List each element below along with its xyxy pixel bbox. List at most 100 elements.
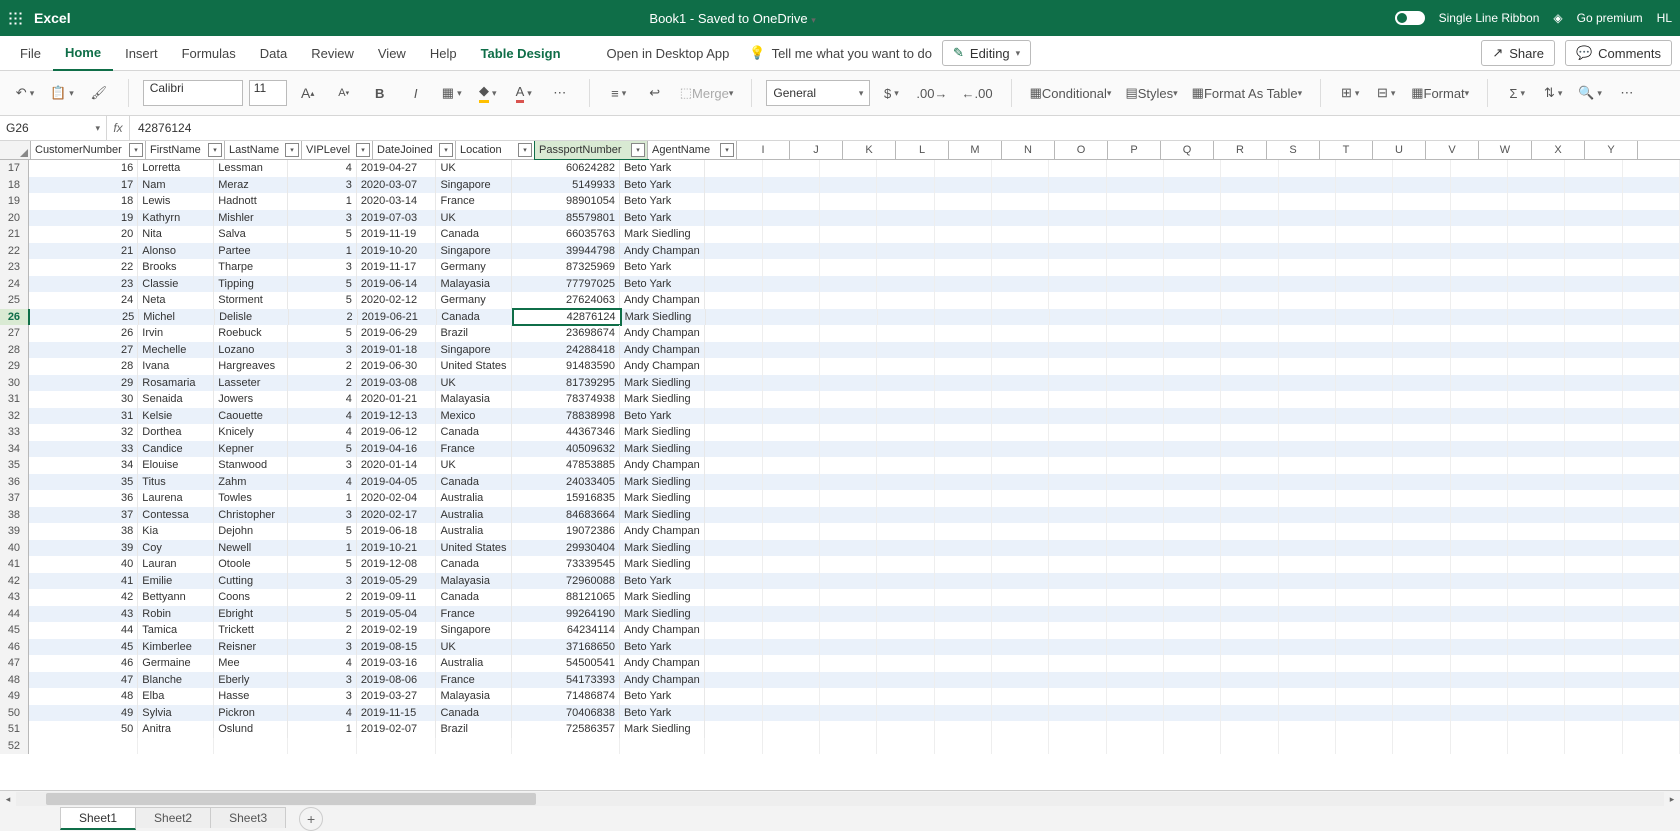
cell-empty[interactable] bbox=[1221, 688, 1278, 705]
cell-empty[interactable] bbox=[1508, 672, 1565, 689]
table-row[interactable]: 4140LauranOtoole52019-12-08Canada7333954… bbox=[0, 556, 1680, 573]
cell-empty[interactable] bbox=[1049, 226, 1106, 243]
cell-empty[interactable] bbox=[877, 177, 934, 194]
cell[interactable]: Pickron bbox=[214, 705, 288, 722]
cell-empty[interactable] bbox=[1107, 507, 1164, 524]
cell[interactable]: Michel bbox=[139, 309, 215, 326]
cell-empty[interactable] bbox=[1164, 705, 1221, 722]
cell-empty[interactable] bbox=[705, 160, 762, 177]
cell-empty[interactable] bbox=[992, 309, 1049, 326]
cell-empty[interactable] bbox=[992, 622, 1049, 639]
row-header[interactable]: 50 bbox=[0, 705, 29, 722]
cell-empty[interactable] bbox=[1451, 358, 1508, 375]
cell-empty[interactable] bbox=[935, 292, 992, 309]
row-header[interactable]: 17 bbox=[0, 160, 29, 177]
cell-empty[interactable] bbox=[992, 391, 1049, 408]
table-row[interactable]: 3534ElouiseStanwood32020-01-14UK47853885… bbox=[0, 457, 1680, 474]
cell-empty[interactable] bbox=[820, 243, 877, 260]
cell[interactable]: Nam bbox=[138, 177, 214, 194]
cell-empty[interactable] bbox=[820, 556, 877, 573]
cell-empty[interactable] bbox=[877, 639, 934, 656]
cell-empty[interactable] bbox=[1336, 160, 1393, 177]
cell-empty[interactable] bbox=[1451, 177, 1508, 194]
add-sheet-button[interactable]: + bbox=[299, 807, 323, 831]
cell-empty[interactable] bbox=[1107, 639, 1164, 656]
cell[interactable]: Malayasia bbox=[436, 688, 512, 705]
cell-empty[interactable] bbox=[1049, 193, 1106, 210]
cell[interactable]: 2 bbox=[288, 358, 357, 375]
cell-empty[interactable] bbox=[1565, 523, 1622, 540]
cell-empty[interactable] bbox=[1336, 391, 1393, 408]
cell-empty[interactable] bbox=[1623, 705, 1680, 722]
cell-empty[interactable] bbox=[1451, 309, 1508, 326]
cell[interactable]: 77797025 bbox=[512, 276, 620, 293]
cell-empty[interactable] bbox=[1393, 325, 1450, 342]
cell[interactable]: Emilie bbox=[138, 573, 214, 590]
cell[interactable]: Nita bbox=[138, 226, 214, 243]
cell-empty[interactable] bbox=[1221, 193, 1278, 210]
column-header-datejoined[interactable]: DateJoined▾ bbox=[373, 141, 456, 159]
cell[interactable]: 28 bbox=[29, 358, 138, 375]
cell-empty[interactable] bbox=[1221, 738, 1278, 755]
column-header-I[interactable]: I bbox=[737, 141, 790, 159]
cell-empty[interactable] bbox=[1107, 441, 1164, 458]
cell-empty[interactable] bbox=[1393, 375, 1450, 392]
cell-empty[interactable] bbox=[1279, 358, 1336, 375]
cell[interactable]: France bbox=[436, 672, 512, 689]
cell-empty[interactable] bbox=[1221, 556, 1278, 573]
sheet-tab-1[interactable]: Sheet1 bbox=[60, 807, 136, 830]
cell-empty[interactable] bbox=[1623, 688, 1680, 705]
row-header[interactable]: 33 bbox=[0, 424, 29, 441]
cell[interactable]: Lewis bbox=[138, 193, 214, 210]
column-header-V[interactable]: V bbox=[1426, 141, 1479, 159]
row-header[interactable]: 43 bbox=[0, 589, 29, 606]
cell-empty[interactable] bbox=[820, 523, 877, 540]
cell[interactable]: Andy Champan bbox=[620, 655, 705, 672]
cell-empty[interactable] bbox=[820, 325, 877, 342]
cell-empty[interactable] bbox=[705, 540, 762, 557]
cell[interactable]: Tharpe bbox=[214, 259, 288, 276]
cell-empty[interactable] bbox=[1565, 672, 1622, 689]
cell[interactable]: 70406838 bbox=[512, 705, 620, 722]
cell[interactable]: 2019-03-08 bbox=[357, 375, 437, 392]
cell-empty[interactable] bbox=[705, 672, 762, 689]
cell-empty[interactable] bbox=[705, 688, 762, 705]
cell-empty[interactable] bbox=[992, 193, 1049, 210]
cell[interactable]: 1 bbox=[288, 243, 357, 260]
cell[interactable]: 2020-03-07 bbox=[357, 177, 437, 194]
cell-empty[interactable] bbox=[705, 342, 762, 359]
row-header[interactable]: 37 bbox=[0, 490, 29, 507]
cell-empty[interactable] bbox=[1623, 523, 1680, 540]
cell-empty[interactable] bbox=[1164, 457, 1221, 474]
cell[interactable]: 2019-11-15 bbox=[357, 705, 437, 722]
cell-empty[interactable] bbox=[1394, 309, 1451, 326]
cell-empty[interactable] bbox=[1451, 457, 1508, 474]
cell-empty[interactable] bbox=[1049, 738, 1106, 755]
cell-empty[interactable] bbox=[1164, 721, 1221, 738]
cell[interactable]: Tamica bbox=[138, 622, 214, 639]
cell-empty[interactable] bbox=[1565, 556, 1622, 573]
cell[interactable]: 4 bbox=[288, 474, 357, 491]
cell-empty[interactable] bbox=[1221, 705, 1278, 722]
cell-empty[interactable] bbox=[877, 523, 934, 540]
cell[interactable]: 49 bbox=[29, 705, 138, 722]
cell[interactable]: Bettyann bbox=[138, 589, 214, 606]
cell-empty[interactable] bbox=[763, 705, 820, 722]
cell-empty[interactable] bbox=[1508, 738, 1565, 755]
cell[interactable]: 5 bbox=[288, 276, 357, 293]
cell-empty[interactable] bbox=[1049, 177, 1106, 194]
cell[interactable]: 3 bbox=[288, 210, 357, 227]
cell-empty[interactable] bbox=[1279, 540, 1336, 557]
cell-empty[interactable] bbox=[1222, 309, 1279, 326]
cell-empty[interactable] bbox=[1221, 424, 1278, 441]
cell-empty[interactable] bbox=[1049, 556, 1106, 573]
cell[interactable]: UK bbox=[436, 210, 512, 227]
cell-empty[interactable] bbox=[1451, 622, 1508, 639]
cell[interactable]: 44367346 bbox=[512, 424, 620, 441]
cell[interactable]: 71486874 bbox=[512, 688, 620, 705]
table-row[interactable]: 2928IvanaHargreaves22019-06-30United Sta… bbox=[0, 358, 1680, 375]
cell[interactable]: Blanche bbox=[138, 672, 214, 689]
column-header-firstname[interactable]: FirstName▾ bbox=[146, 141, 225, 159]
cell[interactable]: 26 bbox=[29, 325, 138, 342]
cell[interactable]: 87325969 bbox=[512, 259, 620, 276]
